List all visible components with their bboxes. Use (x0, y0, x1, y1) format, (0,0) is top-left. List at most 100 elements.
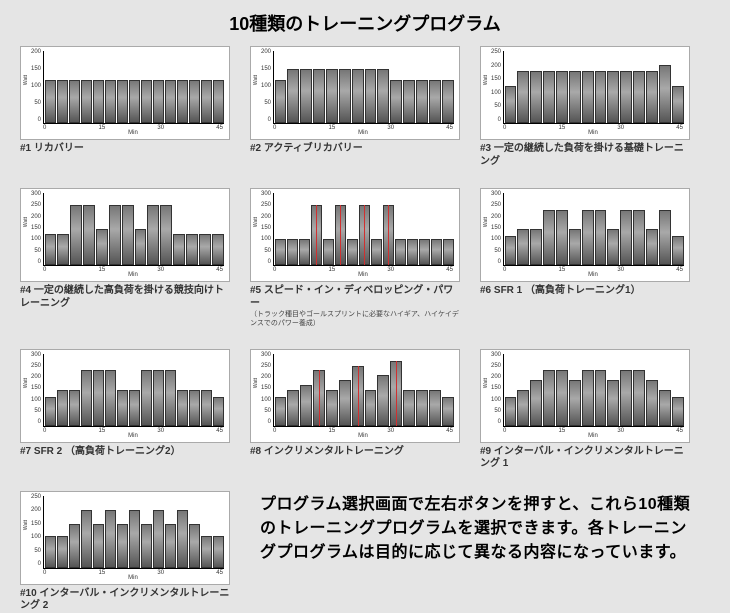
bar (582, 370, 594, 425)
bar (323, 239, 334, 265)
bar (189, 80, 200, 123)
bar (213, 536, 224, 568)
y-ticks: 300250200150100500 (29, 191, 41, 265)
bar (300, 385, 312, 426)
bar (442, 397, 454, 426)
chart-caption: #6 SFR 1 （高負荷トレーニング1） (480, 285, 690, 298)
chart-box: Watt2502001501005000153045Min (20, 491, 230, 585)
bar (186, 234, 198, 265)
marker-line (316, 205, 317, 265)
bar (416, 390, 428, 426)
bar (505, 397, 517, 426)
chart-area (503, 193, 684, 266)
x-axis-label: Min (43, 575, 223, 581)
chart-caption: #7 SFR 2 （高負荷トレーニング2） (20, 446, 230, 459)
description-text: プログラム選択画面で左右ボタンを押すと、これら10種類のトレーニングプログラムを… (250, 491, 700, 613)
bar (313, 69, 325, 123)
bar (395, 239, 406, 265)
x-axis-label: Min (503, 272, 683, 278)
bar (595, 71, 607, 123)
bar (659, 65, 671, 123)
bar (141, 370, 152, 425)
bar (57, 234, 69, 265)
bar (177, 80, 188, 123)
bar (147, 205, 159, 265)
bar (141, 80, 152, 123)
chart-grid: Watt2001501005000153045Min#1 リカバリー Watt2… (20, 46, 710, 613)
bar (530, 71, 542, 123)
bar (556, 370, 568, 425)
bar (45, 536, 56, 568)
bar (429, 80, 441, 123)
bar (165, 370, 176, 425)
program-cell: Watt2001501005000153045Min #2 アクティブリカバリー (250, 46, 460, 168)
chart-box: Watt3002502001501005000153045Min (20, 188, 230, 282)
bar (117, 80, 128, 123)
bar (153, 80, 164, 123)
bar (287, 390, 299, 426)
chart-box: Watt3002502001501005000153045Min (480, 349, 690, 443)
chart-area (503, 51, 684, 124)
chart-box: Watt2001501005000153045Min (250, 46, 460, 140)
bar (275, 239, 286, 265)
program-cell: Watt2502001501005000153045Min#3 一定の継続した負… (480, 46, 690, 168)
bar (129, 510, 140, 568)
bar (429, 390, 441, 426)
bar (105, 370, 116, 425)
y-ticks: 300250200150100500 (489, 352, 501, 426)
program-cell: Watt3002502001501005000153045Min#4 一定の継続… (20, 188, 230, 329)
bar (530, 380, 542, 426)
bar (633, 210, 645, 265)
bar (419, 239, 430, 265)
bar (96, 229, 108, 265)
y-ticks: 300250200150100500 (259, 191, 271, 265)
bar (659, 210, 671, 265)
bar (201, 80, 212, 123)
chart-area (43, 496, 224, 569)
bar (165, 80, 176, 123)
bar (672, 397, 684, 426)
bar (442, 80, 454, 123)
bar (160, 205, 172, 265)
bar (153, 370, 164, 425)
bar (403, 80, 415, 123)
bar (129, 80, 140, 123)
bar (189, 390, 200, 426)
bar (556, 71, 568, 123)
bar (153, 510, 164, 568)
chart-caption: #8 インクリメンタルトレーニング (250, 446, 460, 459)
bar (45, 80, 56, 123)
x-axis-label: Min (273, 272, 453, 278)
bar (620, 210, 632, 265)
bar (93, 524, 104, 567)
bar (300, 69, 312, 123)
bar (69, 524, 80, 567)
marker-line (319, 370, 320, 425)
bar (122, 205, 134, 265)
bar (201, 390, 212, 426)
y-ticks: 300250200150100500 (29, 352, 41, 426)
program-cell: Watt2001501005000153045Min#1 リカバリー (20, 46, 230, 168)
bar (117, 524, 128, 567)
bar (81, 80, 92, 123)
x-axis-label: Min (503, 433, 683, 439)
chart-area (273, 354, 454, 427)
bar (287, 69, 299, 123)
bar (595, 210, 607, 265)
bar (431, 239, 442, 265)
bar (287, 239, 298, 265)
bar (607, 380, 619, 426)
bar (543, 370, 555, 425)
chart-caption: #5 スピード・イン・ディベロッピング・パワー（トラック種目やゴールスプリントに… (250, 285, 460, 329)
chart-area (43, 193, 224, 266)
chart-box: Watt3002502001501005000153045Min (250, 349, 460, 443)
bar (595, 370, 607, 425)
bar (45, 234, 57, 265)
bar (672, 86, 684, 123)
chart-box: Watt3002502001501005000153045Min (250, 188, 460, 282)
chart-caption: #2 アクティブリカバリー (250, 143, 460, 156)
bar (365, 69, 377, 123)
bar (633, 370, 645, 425)
bar (141, 524, 152, 567)
x-axis-label: Min (273, 433, 453, 439)
